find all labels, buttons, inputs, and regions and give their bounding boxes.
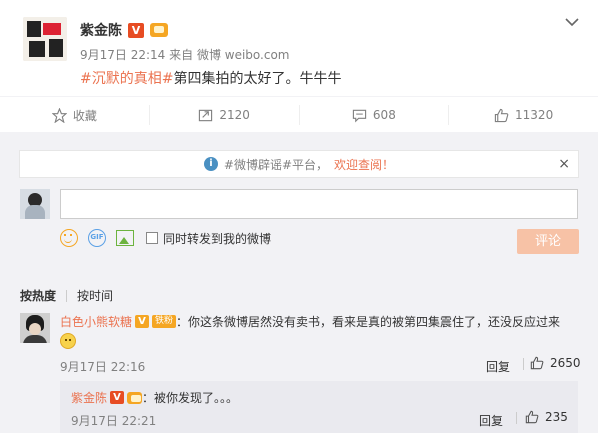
verified-icon: V [110,391,125,404]
comment-time: 9月17日 22:16 [60,360,146,374]
sub-reply-body: 紫金陈 V ：被你发现了。。。 [71,389,238,406]
commenter-avatar[interactable] [20,313,50,343]
current-user-avatar [20,189,50,219]
submit-comment-button[interactable]: 评论 [517,229,579,254]
post-source: 来自 微博 weibo.com [169,48,290,62]
thumbs-up-icon [494,108,509,122]
favorite-label: 收藏 [72,108,97,123]
sort-by-hot[interactable]: 按热度 [20,287,56,304]
commenter-name[interactable]: 白色小熊软糖 [60,313,132,330]
comment-button[interactable]: 608 [300,105,450,125]
sub-reply-time: 9月17日 22:21 [71,414,157,428]
verified-icon: V [135,315,150,328]
thumbs-up-icon [525,410,539,424]
emoji-icon[interactable] [60,229,78,247]
thumbs-up-icon [530,356,544,370]
repost-icon [199,109,213,121]
post-meta: 9月17日 22:14 来自 微博 weibo.com [80,46,290,63]
action-bar: 收藏 2120 608 11320 [0,96,598,133]
action-divider [516,412,517,424]
member-crown-icon[interactable] [127,391,143,404]
author-avatar[interactable] [23,17,67,61]
sort-by-time[interactable]: 按时间 [77,287,113,304]
repost-count: 2120 [219,108,250,122]
weibo-post: 紫金陈 V 9月17日 22:14 来自 微博 weibo.com #沉默的真相… [0,0,598,96]
chevron-down-icon[interactable] [564,14,580,30]
like-count: 11320 [515,108,554,122]
also-repost-checkbox[interactable] [146,232,158,244]
comment-icon [352,109,367,122]
comment-like-button[interactable]: 2650 [530,356,581,370]
fan-badge[interactable]: 铁粉 [152,315,177,328]
also-repost-label[interactable]: 同时转发到我的微博 [163,230,271,247]
post-text: #沉默的真相#第四集拍的太好了。牛牛牛 [80,68,341,88]
sub-reply-like-button[interactable]: 235 [525,410,568,424]
sub-reply-button[interactable]: 回复 [479,412,503,429]
like-button[interactable]: 11320 [449,105,598,125]
sub-reply-author[interactable]: 紫金陈 [71,389,107,406]
sub-reply-like-count: 235 [545,410,568,424]
close-icon[interactable]: × [558,156,570,172]
verified-icon: V [128,22,144,38]
info-icon: i [203,157,218,171]
composer-tools: GIF 同时转发到我的微博 [60,229,271,247]
comment-sort: 按热度 按时间 [20,287,113,304]
post-body: 第四集拍的太好了。牛牛牛 [173,71,342,87]
notice-link[interactable]: 欢迎查阅！ [334,156,394,173]
sort-divider [66,289,68,302]
favorite-button[interactable]: 收藏 [0,105,150,125]
comment-like-count: 2650 [550,356,581,370]
notice-text: #微博辟谣#平台， [223,157,329,172]
member-crown-icon[interactable] [150,23,168,37]
emoji-sticker-icon [60,333,76,349]
reply-button[interactable]: 回复 [486,358,510,375]
rumor-notice-bar: i #微博辟谣#平台， 欢迎查阅！ × [19,150,579,178]
topic-link[interactable]: #沉默的真相# [80,71,173,87]
comment-count: 608 [372,108,396,122]
action-divider [523,358,524,370]
repost-button[interactable]: 2120 [150,105,300,125]
star-icon [51,107,67,123]
image-icon[interactable] [116,230,134,246]
author-name[interactable]: 紫金陈 [80,20,122,40]
gif-icon[interactable]: GIF [88,229,106,247]
comment-body: 白色小熊软糖 V 铁粉 ：你这条微博居然没有卖书，看来是真的被第四集震住了，还没… [60,313,560,330]
post-time[interactable]: 9月17日 22:14 [80,48,165,62]
sub-reply-text: ：被你发现了。。。 [142,391,239,405]
comment-input[interactable] [60,189,578,219]
comment-text: ：你这条微博居然没有卖书，看来是真的被第四集震住了，还没反应过来 [176,315,561,329]
